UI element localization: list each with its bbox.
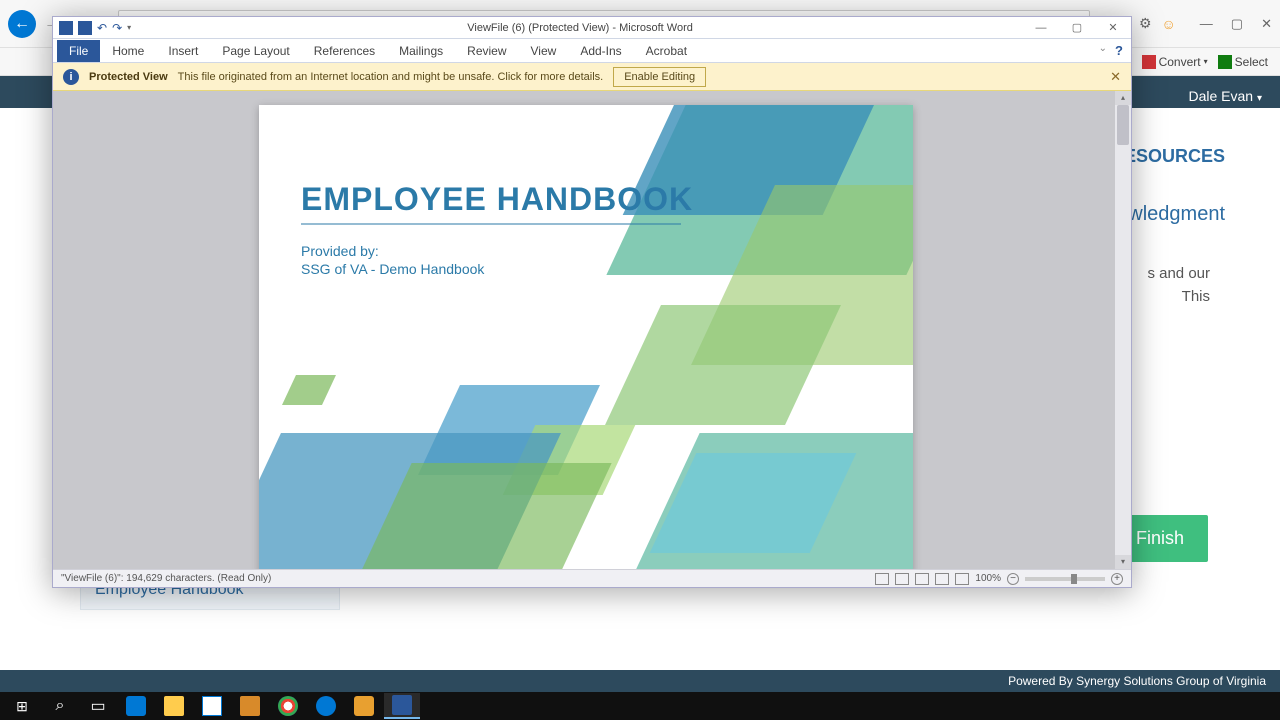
smiley-icon[interactable]: ☺ [1162,16,1176,32]
status-text: "ViewFile (6)": 194,629 characters. (Rea… [61,573,875,584]
tab-mailings[interactable]: Mailings [387,40,455,62]
quick-access-toolbar: ↶ ↷ ▾ [53,21,137,35]
zoom-slider[interactable] [1025,577,1105,581]
app-footer: Powered By Synergy Solutions Group of Vi… [0,670,1280,692]
tab-view[interactable]: View [519,40,569,62]
back-button[interactable]: ← [8,10,36,38]
outlook-icon[interactable] [232,693,268,719]
windows-taskbar: ⊞ ⌕ ▭ [0,692,1280,720]
word-window: ↶ ↷ ▾ ViewFile (6) (Protected View) - Mi… [52,16,1132,588]
status-right: 100% − + [875,573,1123,585]
store-icon[interactable] [194,693,230,719]
decorative-shape [605,305,841,425]
vertical-scrollbar[interactable]: ▴ ▾ [1115,91,1131,569]
window-controls: — ▢ ✕ [1200,16,1272,32]
help-icon[interactable]: ? [1115,43,1123,58]
word-minimize[interactable]: — [1023,17,1059,39]
chrome-icon[interactable] [270,693,306,719]
protected-message: This file originated from an Internet lo… [178,71,604,83]
app-icon[interactable] [346,693,382,719]
view-outline-icon[interactable] [935,573,949,585]
scroll-down[interactable]: ▾ [1115,555,1131,569]
word-taskbar-icon[interactable] [384,693,420,719]
tab-review[interactable]: Review [455,40,518,62]
gear-icon[interactable]: ⚙ [1139,15,1152,32]
tab-references[interactable]: References [302,40,387,62]
zoom-in[interactable]: + [1111,573,1123,585]
file-explorer-icon[interactable] [156,693,192,719]
doc-provided-label: Provided by: [301,243,379,259]
qat-dropdown[interactable]: ▾ [127,23,131,32]
scroll-up[interactable]: ▴ [1115,91,1131,105]
document-area: EMPLOYEE HANDBOOK Provided by: SSG of VA… [53,91,1131,569]
word-icon [59,21,73,35]
title-underline [301,223,681,225]
enable-editing-button[interactable]: Enable Editing [613,67,706,87]
word-maximize[interactable]: ▢ [1059,17,1095,39]
convert-icon [1142,55,1156,69]
select-icon [1218,55,1232,69]
close-button[interactable]: ✕ [1261,16,1272,32]
tab-home[interactable]: Home [100,40,156,62]
edge-icon[interactable] [118,693,154,719]
tab-page-layout[interactable]: Page Layout [210,40,301,62]
undo-button[interactable]: ↶ [97,21,107,35]
ribbon-collapse-icon[interactable]: ⌄ [1099,43,1107,58]
zoom-level[interactable]: 100% [975,573,1001,584]
ribbon-tabs: File Home Insert Page Layout References … [53,39,1131,63]
section-subheading: wledgment [1128,203,1225,226]
ribbon-right-icons: ⌄ ? [1099,43,1123,58]
tab-acrobat[interactable]: Acrobat [634,40,699,62]
ie-icon[interactable] [308,693,344,719]
document-page: EMPLOYEE HANDBOOK Provided by: SSG of VA… [259,105,913,569]
body-text: s and our This [1147,263,1210,308]
redo-button[interactable]: ↷ [112,21,122,35]
view-fullscreen-icon[interactable] [895,573,909,585]
info-icon: i [63,69,79,85]
select-button[interactable]: Select [1218,55,1268,69]
tab-file[interactable]: File [57,40,100,62]
zoom-out[interactable]: − [1007,573,1019,585]
word-titlebar: ↶ ↷ ▾ ViewFile (6) (Protected View) - Mi… [53,17,1131,39]
tab-insert[interactable]: Insert [156,40,210,62]
user-menu[interactable]: Dale Evan ▾ [1188,88,1262,104]
word-window-controls: — ▢ ✕ [1023,17,1131,39]
decorative-shape [282,375,336,405]
word-close[interactable]: ✕ [1095,17,1131,39]
view-web-icon[interactable] [915,573,929,585]
protected-label: Protected View [89,71,168,83]
tab-addins[interactable]: Add-Ins [568,40,633,62]
search-button[interactable]: ⌕ [42,693,78,719]
task-view-button[interactable]: ▭ [80,693,116,719]
save-icon[interactable] [78,21,92,35]
convert-button[interactable]: Convert▾ [1142,55,1208,69]
protected-close[interactable]: ✕ [1110,69,1121,85]
protected-view-bar: i Protected View This file originated fr… [53,63,1131,91]
maximize-button[interactable]: ▢ [1231,16,1243,32]
footer-text: Powered By Synergy Solutions Group of Vi… [1008,674,1266,688]
view-print-icon[interactable] [875,573,889,585]
doc-author: SSG of VA - Demo Handbook [301,261,484,277]
view-draft-icon[interactable] [955,573,969,585]
doc-title: EMPLOYEE HANDBOOK [301,181,693,218]
word-status-bar: "ViewFile (6)": 194,629 characters. (Rea… [53,569,1131,587]
minimize-button[interactable]: — [1200,16,1213,32]
start-button[interactable]: ⊞ [4,693,40,719]
scroll-thumb[interactable] [1117,105,1129,145]
window-title: ViewFile (6) (Protected View) - Microsof… [137,22,1023,34]
